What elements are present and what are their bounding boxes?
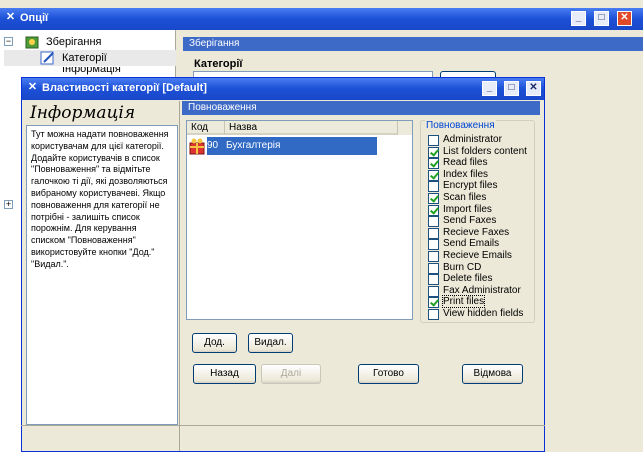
minimize-icon[interactable]: _ — [571, 11, 586, 26]
maximize-icon[interactable]: □ — [504, 81, 519, 96]
permission-label: Recieve Faxes — [443, 226, 510, 238]
checkbox-checked-icon[interactable] — [428, 146, 439, 158]
user-group-icon — [189, 138, 205, 155]
storage-section-header: Зберігання — [183, 37, 643, 51]
checkbox-unchecked-icon[interactable] — [428, 181, 439, 193]
checkbox-checked-icon[interactable] — [428, 158, 439, 170]
checkbox-checked-icon[interactable] — [428, 297, 439, 309]
permission-label: View hidden fields — [443, 308, 524, 319]
checkbox-unchecked-icon[interactable] — [428, 239, 439, 251]
storage-icon — [25, 36, 39, 49]
options-window-title: Опції — [20, 12, 49, 24]
tree-item-label: Категорії — [62, 52, 107, 64]
checkbox-unchecked-icon[interactable] — [428, 216, 439, 228]
permission-label: Administrator — [443, 134, 502, 145]
remove-button[interactable]: Видал. — [248, 333, 293, 353]
app-icon: ✕ — [27, 81, 38, 93]
checkbox-unchecked-icon[interactable] — [428, 227, 439, 239]
users-list[interactable]: Код Назва 90 Бухгалтерія — [186, 120, 413, 320]
app-icon: ✕ — [5, 11, 16, 23]
permission-label: Delete files — [443, 273, 493, 285]
permission-label: Send Faxes — [443, 215, 497, 227]
tree-item-label: Зберігання — [46, 36, 102, 48]
cancel-button[interactable]: Відмова — [462, 364, 523, 384]
checkbox-unchecked-icon[interactable] — [428, 135, 439, 146]
dialog-title: Властивості категорії [Default] — [42, 82, 207, 94]
close-icon[interactable]: ✕ — [617, 11, 632, 26]
tree-item-info[interactable]: Інформація — [4, 67, 176, 75]
permission-label: Recieve Emails — [443, 250, 512, 261]
cell-name: Бухгалтерія — [226, 140, 281, 151]
column-header-code[interactable]: Код — [187, 121, 225, 135]
checkbox-unchecked-icon[interactable] — [428, 262, 439, 274]
add-button[interactable]: Дод. — [192, 333, 237, 353]
dialog-title-bar[interactable]: ✕ Властивості категорії [Default] _ □ ✕ — [22, 78, 544, 100]
column-header-name[interactable]: Назва — [225, 121, 399, 135]
permission-label: Send Emails — [443, 238, 500, 250]
pencil-icon — [40, 51, 54, 65]
checkbox-checked-icon[interactable] — [428, 193, 439, 204]
permission-label: Scan files — [443, 192, 487, 203]
next-button[interactable]: Далі — [261, 364, 321, 384]
cell-code: 90 — [207, 140, 219, 151]
permissions-header: Повноваження — [182, 101, 540, 115]
permission-label: Read files — [443, 157, 488, 169]
info-panel: Інформація Тут можна надати повноваження… — [24, 101, 180, 451]
expand-icon[interactable]: + — [4, 200, 13, 209]
maximize-icon[interactable]: □ — [594, 11, 609, 26]
checkbox-unchecked-icon[interactable] — [428, 309, 439, 320]
close-icon[interactable]: ✕ — [526, 81, 541, 96]
permission-label: Import files — [443, 203, 492, 215]
permission-label: Burn CD — [443, 261, 482, 273]
options-title-bar[interactable]: ✕ Опції _ □ ✕ — [0, 8, 643, 30]
list-header-filler — [397, 121, 412, 135]
permission-label: Encrypt files — [443, 180, 498, 192]
permission-label: Fax Administrator — [443, 284, 521, 296]
dialog-bottom-divider — [21, 425, 545, 426]
checkbox-unchecked-icon[interactable] — [428, 285, 439, 297]
permission-label: List folders content — [443, 145, 527, 157]
list-item[interactable]: 90 Бухгалтерія — [189, 137, 377, 155]
collapse-icon[interactable]: − — [4, 37, 13, 46]
permissions-group: Повноваження Administrator List folders c… — [420, 120, 535, 323]
minimize-icon[interactable]: _ — [482, 81, 497, 96]
checkbox-checked-icon[interactable] — [428, 204, 439, 216]
info-heading: Інформація — [30, 103, 136, 123]
done-button[interactable]: Готово — [358, 364, 419, 384]
checkbox-unchecked-icon[interactable] — [428, 274, 439, 286]
checkbox-unchecked-icon[interactable] — [428, 251, 439, 262]
permissions-group-label: Повноваження — [425, 120, 496, 131]
tree-item-label: Інформація — [62, 67, 121, 75]
tree-item-storage[interactable]: − Зберігання — [4, 34, 176, 50]
info-text: Тут можна надати повноваження користувач… — [26, 125, 178, 425]
categories-label: Категорії — [194, 58, 243, 70]
permission-label: Print files — [441, 295, 486, 309]
back-button[interactable]: Назад — [193, 364, 256, 384]
checkbox-checked-icon[interactable] — [428, 169, 439, 181]
permission-label: Index files — [443, 168, 489, 180]
tree-item-categories[interactable]: Категорії — [4, 50, 176, 66]
